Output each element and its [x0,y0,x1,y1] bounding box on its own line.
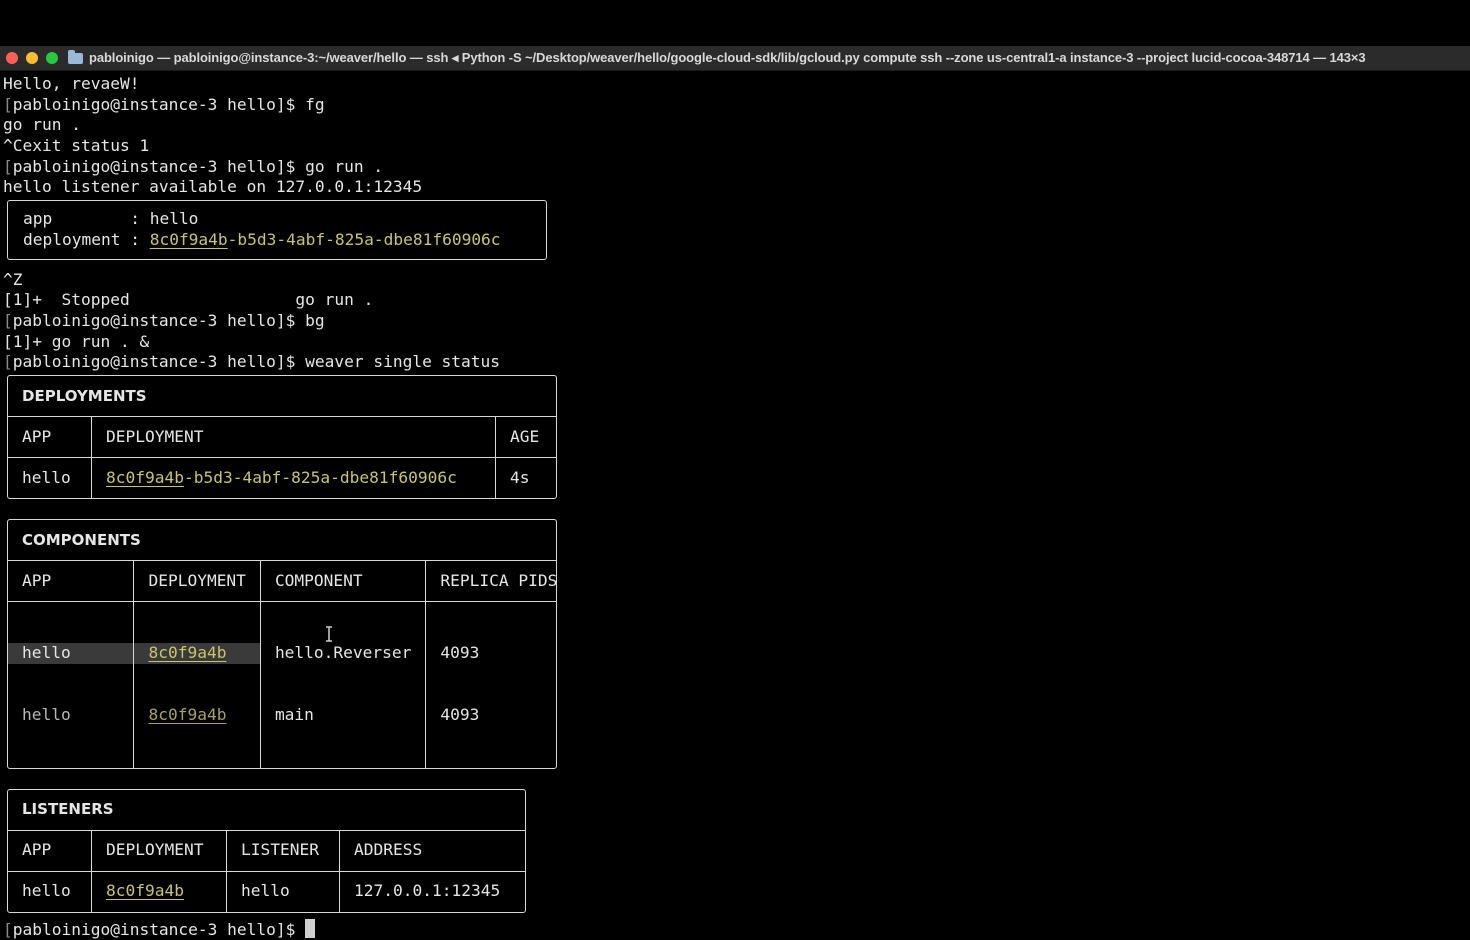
prompt-line[interactable]: [pabloinigo@instance-3 hello]$ [0,918,1470,940]
deployment-id-link[interactable]: 8c0f9a4b [148,643,226,662]
prompt-line: [pabloinigo@instance-3 hello]$ bg [3,310,325,330]
table-row: hello 8c0f9a4b hello 127.0.0.1:12345 [8,870,525,912]
deployment-id-link[interactable]: 8c0f9a4b [106,881,184,900]
table-row: hello 8c0f9a4b-b5d3-4abf-825a-dbe81f6090… [8,456,556,498]
column-header: AGE [495,415,556,458]
deployment-info-box: app : hello deployment : 8c0f9a4b-b5d3-4… [7,200,547,260]
output-line: ^Z [3,269,23,289]
output-line: hello listener available on 127.0.0.1:12… [3,177,423,197]
window-title: pabloinigo — pabloinigo@instance-3:~/wea… [89,50,1366,65]
prompt-line: [pabloinigo@instance-3 hello]$ go run . [3,156,384,176]
listeners-table: LISTENERS APP DEPLOYMENT LISTENER ADDRES… [7,788,526,913]
deployment-id-link[interactable]: 8c0f9a4b [106,468,184,487]
components-title: COMPONENTS [8,519,556,561]
prompt-line: [pabloinigo@instance-3 hello]$ fg [3,94,325,114]
output-line: go run . [3,115,81,135]
window-titlebar: pabloinigo — pabloinigo@instance-3:~/wea… [0,46,1470,71]
terminal-output[interactable]: Hello, revaeW! [pabloinigo@instance-3 he… [0,74,1470,939]
close-window-button[interactable] [6,52,18,64]
prompt-line: [pabloinigo@instance-3 hello]$ weaver si… [3,352,501,372]
zoom-window-button[interactable] [46,52,58,64]
output-line: [1]+ go run . & [3,331,150,351]
minimize-window-button[interactable] [26,52,38,64]
column-header: DEPLOYMENT [91,415,496,458]
output-line: [1]+ Stopped go run . [3,290,374,310]
components-table: COMPONENTS APP DEPLOYMENT COMPONENT REPL… [7,518,557,769]
folder-icon [68,49,83,64]
column-header: DEPLOYMENT [133,559,261,602]
ibeam-cursor-icon [326,626,332,642]
output-line: ^Cexit status 1 [3,136,150,156]
column-header: LISTENER [226,829,340,872]
column-header: APP [8,559,135,602]
deployment-id-link[interactable]: 8c0f9a4b [150,230,228,249]
deployment-id-link[interactable]: 8c0f9a4b [148,705,226,724]
column-header: APP [8,829,92,872]
deployments-table: DEPLOYMENTS APP DEPLOYMENT AGE hello 8c0… [7,374,557,499]
text-cursor [305,918,316,938]
column-header: ADDRESS [339,829,525,872]
column-header: DEPLOYMENT [91,829,227,872]
table-row: hello hello 8c0f9a4b 8c0f9a4b hello.Reve… [8,600,556,768]
output-line: Hello, revaeW! [3,74,140,93]
column-header: APP [8,415,92,458]
column-header: REPLICA PIDS [425,559,556,602]
deployments-title: DEPLOYMENTS [8,375,556,417]
column-header: COMPONENT [259,559,427,602]
listeners-title: LISTENERS [8,789,525,831]
